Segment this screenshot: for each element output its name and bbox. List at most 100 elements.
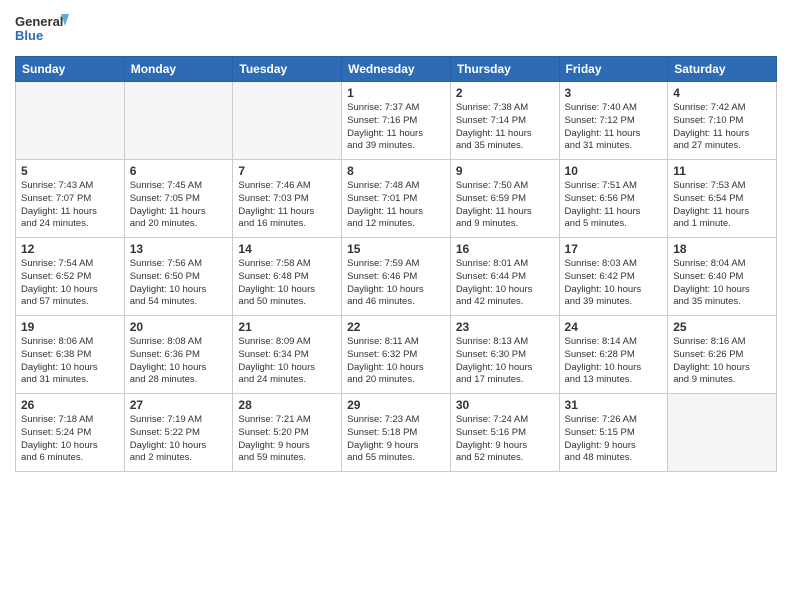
- day-info: Sunrise: 8:01 AM Sunset: 6:44 PM Dayligh…: [456, 258, 554, 309]
- day-number: 1: [347, 86, 445, 100]
- logo: General Blue: [15, 10, 70, 48]
- day-info: Sunrise: 7:45 AM Sunset: 7:05 PM Dayligh…: [130, 180, 228, 231]
- day-number: 14: [238, 242, 336, 256]
- day-number: 17: [565, 242, 663, 256]
- day-info: Sunrise: 7:40 AM Sunset: 7:12 PM Dayligh…: [565, 102, 663, 153]
- weekday-header: Friday: [559, 57, 668, 82]
- calendar-cell: 6 Sunrise: 7:45 AM Sunset: 7:05 PM Daylig…: [124, 160, 233, 238]
- calendar-cell: [124, 82, 233, 160]
- day-number: 24: [565, 320, 663, 334]
- day-info: Sunrise: 7:51 AM Sunset: 6:56 PM Dayligh…: [565, 180, 663, 231]
- day-number: 8: [347, 164, 445, 178]
- day-info: Sunrise: 7:50 AM Sunset: 6:59 PM Dayligh…: [456, 180, 554, 231]
- calendar-cell: 9 Sunrise: 7:50 AM Sunset: 6:59 PM Daylig…: [450, 160, 559, 238]
- calendar-cell: 20Sunrise: 8:08 AM Sunset: 6:36 PM Dayli…: [124, 316, 233, 394]
- day-number: 22: [347, 320, 445, 334]
- calendar-cell: 25 Sunrise: 8:16 AM Sunset: 6:26 PM Dayli…: [668, 316, 777, 394]
- day-number: 27: [130, 398, 228, 412]
- day-number: 16: [456, 242, 554, 256]
- calendar-week-row: 26 Sunrise: 7:18 AM Sunset: 5:24 PM Dayli…: [16, 394, 777, 472]
- calendar-week-row: 1Sunrise: 7:37 AM Sunset: 7:16 PM Daylig…: [16, 82, 777, 160]
- day-number: 26: [21, 398, 119, 412]
- day-number: 9: [456, 164, 554, 178]
- calendar-cell: 14 Sunrise: 7:58 AM Sunset: 6:48 PM Dayli…: [233, 238, 342, 316]
- calendar-cell: 7Sunrise: 7:46 AM Sunset: 7:03 PM Daylig…: [233, 160, 342, 238]
- calendar-week-row: 19Sunrise: 8:06 AM Sunset: 6:38 PM Dayli…: [16, 316, 777, 394]
- calendar-cell: 10 Sunrise: 7:51 AM Sunset: 6:56 PM Dayli…: [559, 160, 668, 238]
- day-number: 29: [347, 398, 445, 412]
- day-info: Sunrise: 7:46 AM Sunset: 7:03 PM Dayligh…: [238, 180, 336, 231]
- day-number: 25: [673, 320, 771, 334]
- calendar-cell: 21Sunrise: 8:09 AM Sunset: 6:34 PM Dayli…: [233, 316, 342, 394]
- day-info: Sunrise: 7:48 AM Sunset: 7:01 PM Dayligh…: [347, 180, 445, 231]
- calendar-cell: 18 Sunrise: 8:04 AM Sunset: 6:40 PM Dayli…: [668, 238, 777, 316]
- day-info: Sunrise: 7:54 AM Sunset: 6:52 PM Dayligh…: [21, 258, 119, 309]
- day-number: 20: [130, 320, 228, 334]
- weekday-header: Tuesday: [233, 57, 342, 82]
- calendar-cell: 27Sunrise: 7:19 AM Sunset: 5:22 PM Dayli…: [124, 394, 233, 472]
- day-number: 30: [456, 398, 554, 412]
- day-number: 21: [238, 320, 336, 334]
- svg-text:Blue: Blue: [15, 28, 43, 43]
- calendar-week-row: 12 Sunrise: 7:54 AM Sunset: 6:52 PM Dayli…: [16, 238, 777, 316]
- day-info: Sunrise: 7:24 AM Sunset: 5:16 PM Dayligh…: [456, 414, 554, 465]
- header: General Blue: [15, 10, 777, 48]
- calendar-table: SundayMondayTuesdayWednesdayThursdayFrid…: [15, 56, 777, 472]
- day-info: Sunrise: 7:56 AM Sunset: 6:50 PM Dayligh…: [130, 258, 228, 309]
- day-number: 3: [565, 86, 663, 100]
- page-container: General Blue SundayMondayTuesdayWednesda…: [0, 0, 792, 612]
- calendar-week-row: 5 Sunrise: 7:43 AM Sunset: 7:07 PM Daylig…: [16, 160, 777, 238]
- weekday-header: Monday: [124, 57, 233, 82]
- day-info: Sunrise: 8:14 AM Sunset: 6:28 PM Dayligh…: [565, 336, 663, 387]
- calendar-cell: 11Sunrise: 7:53 AM Sunset: 6:54 PM Dayli…: [668, 160, 777, 238]
- day-info: Sunrise: 7:26 AM Sunset: 5:15 PM Dayligh…: [565, 414, 663, 465]
- day-info: Sunrise: 7:43 AM Sunset: 7:07 PM Dayligh…: [21, 180, 119, 231]
- day-info: Sunrise: 8:11 AM Sunset: 6:32 PM Dayligh…: [347, 336, 445, 387]
- calendar-cell: 4 Sunrise: 7:42 AM Sunset: 7:10 PM Daylig…: [668, 82, 777, 160]
- day-info: Sunrise: 7:38 AM Sunset: 7:14 PM Dayligh…: [456, 102, 554, 153]
- day-number: 15: [347, 242, 445, 256]
- calendar-cell: [668, 394, 777, 472]
- day-info: Sunrise: 7:42 AM Sunset: 7:10 PM Dayligh…: [673, 102, 771, 153]
- day-number: 18: [673, 242, 771, 256]
- calendar-cell: 8 Sunrise: 7:48 AM Sunset: 7:01 PM Daylig…: [342, 160, 451, 238]
- calendar-cell: 22 Sunrise: 8:11 AM Sunset: 6:32 PM Dayli…: [342, 316, 451, 394]
- day-number: 10: [565, 164, 663, 178]
- day-info: Sunrise: 8:04 AM Sunset: 6:40 PM Dayligh…: [673, 258, 771, 309]
- day-number: 2: [456, 86, 554, 100]
- day-info: Sunrise: 7:23 AM Sunset: 5:18 PM Dayligh…: [347, 414, 445, 465]
- calendar-cell: 16 Sunrise: 8:01 AM Sunset: 6:44 PM Dayli…: [450, 238, 559, 316]
- calendar-cell: 24 Sunrise: 8:14 AM Sunset: 6:28 PM Dayli…: [559, 316, 668, 394]
- weekday-header: Saturday: [668, 57, 777, 82]
- day-number: 4: [673, 86, 771, 100]
- calendar-cell: 19Sunrise: 8:06 AM Sunset: 6:38 PM Dayli…: [16, 316, 125, 394]
- calendar-cell: 12 Sunrise: 7:54 AM Sunset: 6:52 PM Dayli…: [16, 238, 125, 316]
- day-info: Sunrise: 7:21 AM Sunset: 5:20 PM Dayligh…: [238, 414, 336, 465]
- calendar-cell: 1Sunrise: 7:37 AM Sunset: 7:16 PM Daylig…: [342, 82, 451, 160]
- weekday-header: Sunday: [16, 57, 125, 82]
- day-number: 13: [130, 242, 228, 256]
- calendar-header-row: SundayMondayTuesdayWednesdayThursdayFrid…: [16, 57, 777, 82]
- day-info: Sunrise: 8:03 AM Sunset: 6:42 PM Dayligh…: [565, 258, 663, 309]
- calendar-cell: 17 Sunrise: 8:03 AM Sunset: 6:42 PM Dayli…: [559, 238, 668, 316]
- day-info: Sunrise: 8:16 AM Sunset: 6:26 PM Dayligh…: [673, 336, 771, 387]
- day-number: 19: [21, 320, 119, 334]
- day-info: Sunrise: 7:18 AM Sunset: 5:24 PM Dayligh…: [21, 414, 119, 465]
- day-number: 31: [565, 398, 663, 412]
- calendar-cell: [233, 82, 342, 160]
- calendar-cell: 26 Sunrise: 7:18 AM Sunset: 5:24 PM Dayli…: [16, 394, 125, 472]
- day-info: Sunrise: 8:13 AM Sunset: 6:30 PM Dayligh…: [456, 336, 554, 387]
- day-number: 6: [130, 164, 228, 178]
- calendar-cell: [16, 82, 125, 160]
- svg-text:General: General: [15, 14, 63, 29]
- day-number: 28: [238, 398, 336, 412]
- day-number: 5: [21, 164, 119, 178]
- weekday-header: Wednesday: [342, 57, 451, 82]
- calendar-cell: 13 Sunrise: 7:56 AM Sunset: 6:50 PM Dayli…: [124, 238, 233, 316]
- day-info: Sunrise: 7:53 AM Sunset: 6:54 PM Dayligh…: [673, 180, 771, 231]
- day-number: 23: [456, 320, 554, 334]
- day-number: 12: [21, 242, 119, 256]
- calendar-cell: 29 Sunrise: 7:23 AM Sunset: 5:18 PM Dayli…: [342, 394, 451, 472]
- calendar-cell: 15Sunrise: 7:59 AM Sunset: 6:46 PM Dayli…: [342, 238, 451, 316]
- day-info: Sunrise: 7:58 AM Sunset: 6:48 PM Dayligh…: [238, 258, 336, 309]
